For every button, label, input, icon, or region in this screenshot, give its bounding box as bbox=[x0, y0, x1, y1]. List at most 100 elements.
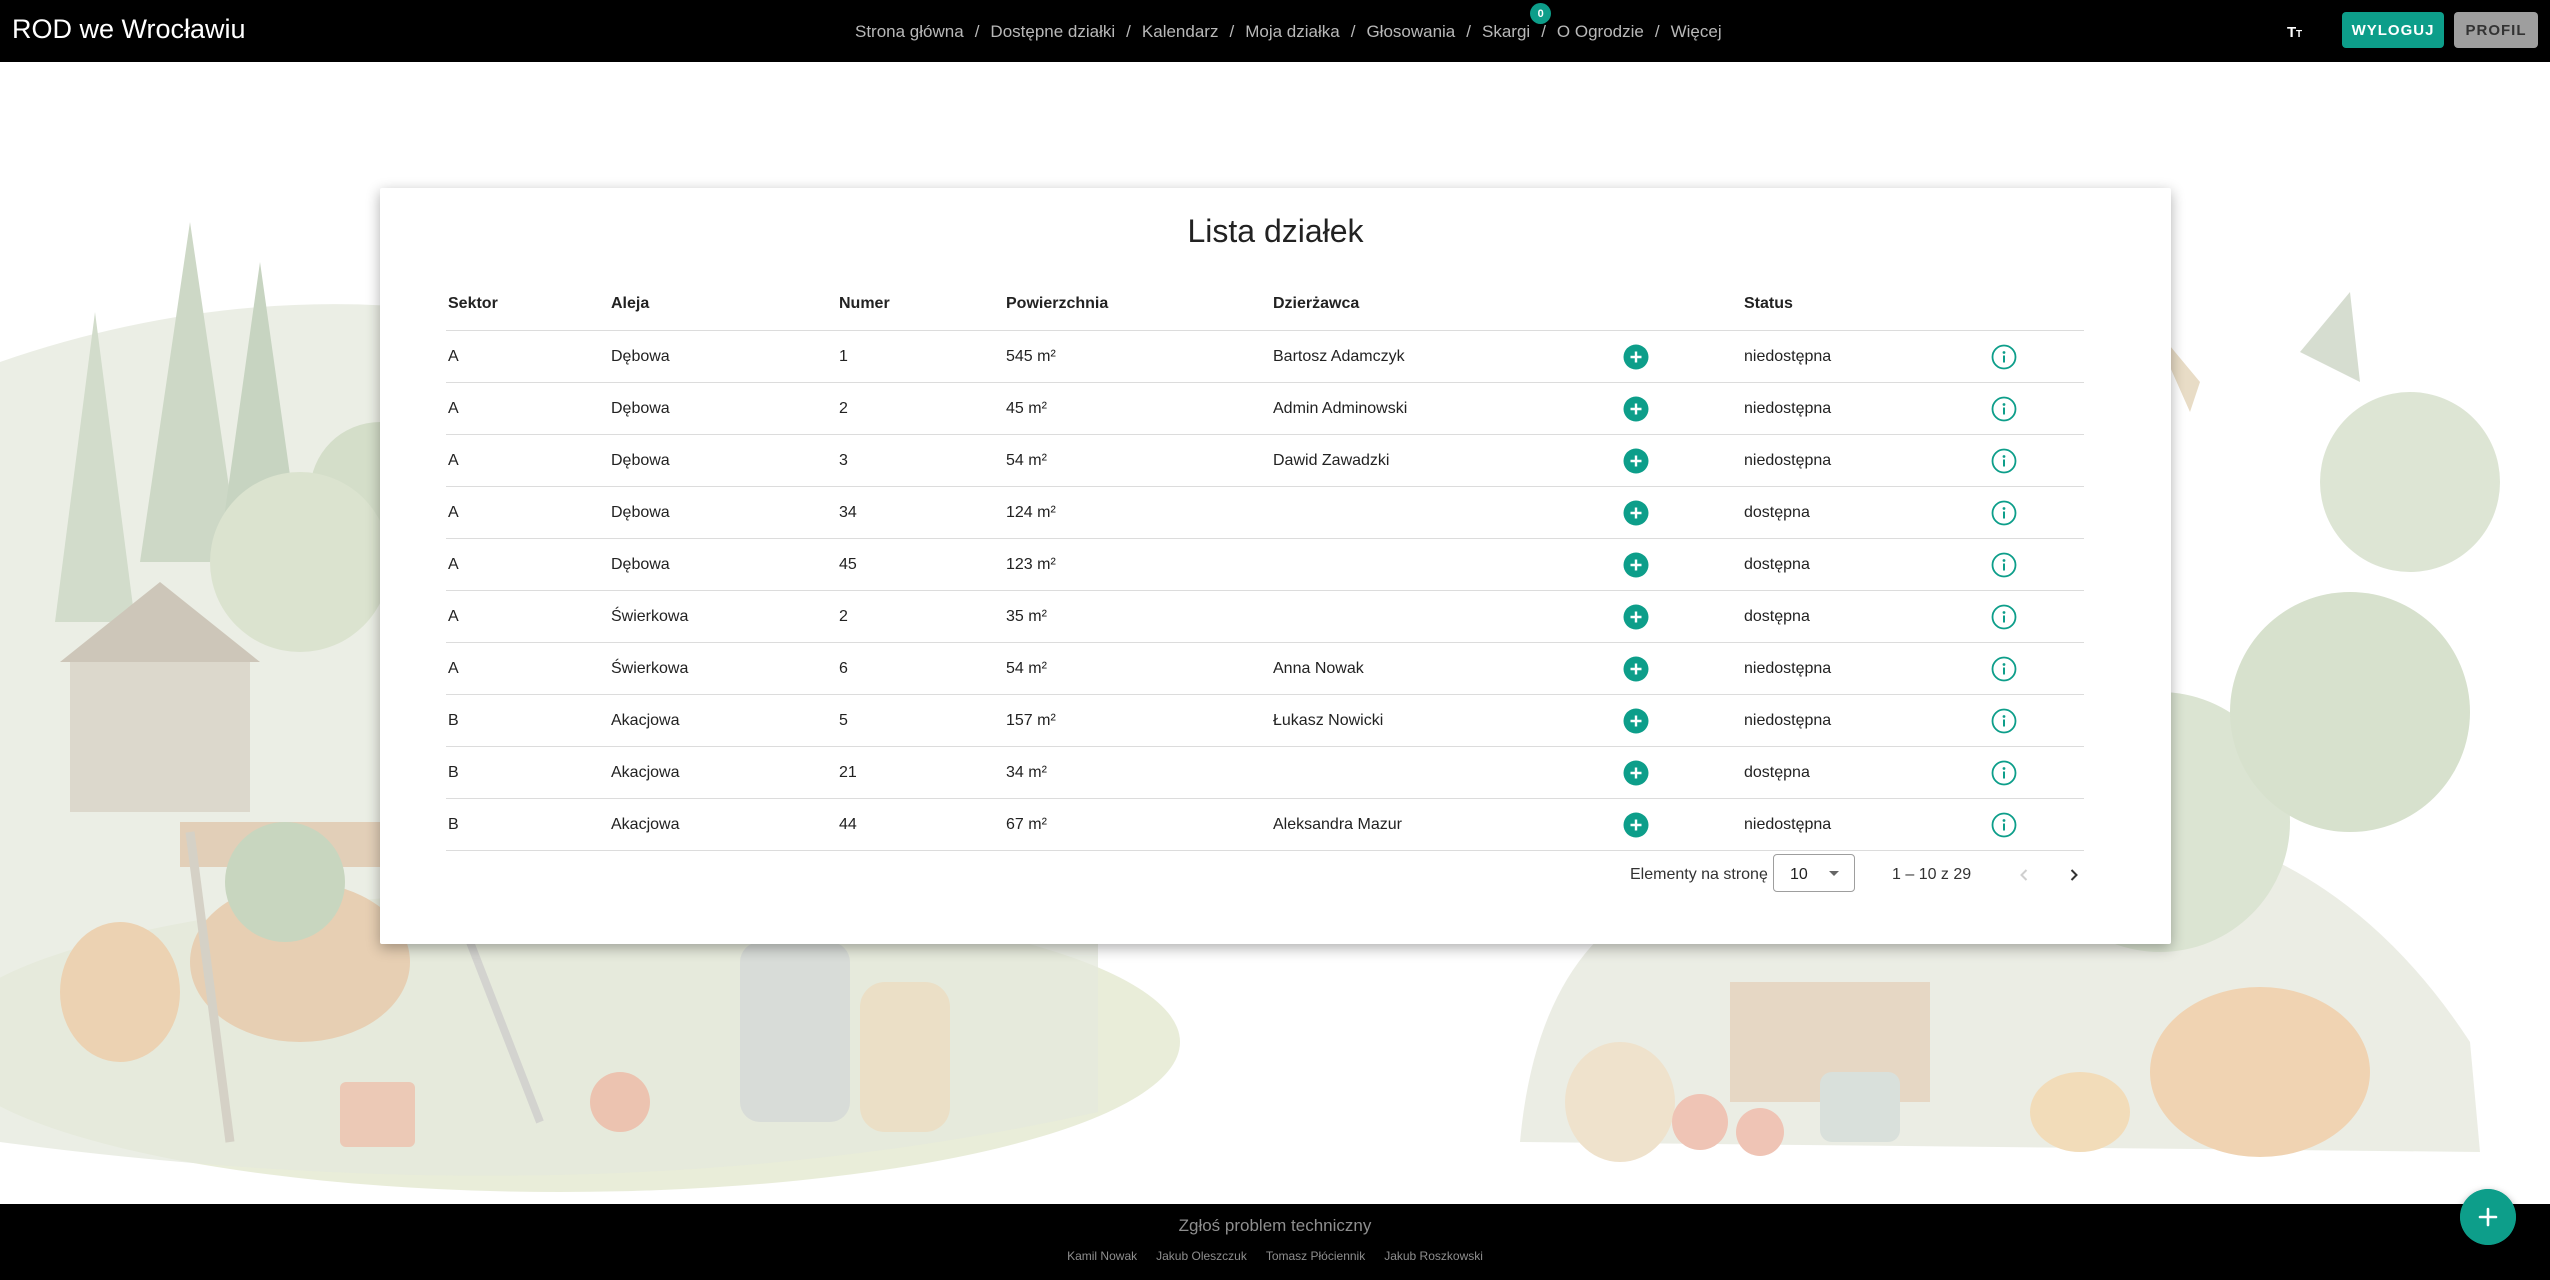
info-circle-icon[interactable] bbox=[1991, 552, 2017, 578]
cell-alley: Dębowa bbox=[609, 486, 837, 539]
nav-item[interactable]: Strona główna bbox=[855, 22, 964, 42]
svg-text:T: T bbox=[2296, 29, 2302, 40]
table-row: B Akacjowa 21 34 m² dostępna bbox=[446, 746, 2084, 799]
info-circle-icon[interactable] bbox=[1991, 500, 2017, 526]
nav-item[interactable]: Moja działka bbox=[1245, 22, 1340, 42]
cell-info-action bbox=[1991, 798, 2084, 851]
plus-circle-icon[interactable] bbox=[1623, 552, 1649, 578]
cell-info-action bbox=[1991, 538, 2084, 591]
text-size-icon[interactable]: T T bbox=[2283, 18, 2309, 44]
author-name: Kamil Nowak bbox=[1067, 1249, 1138, 1263]
plus-circle-icon[interactable] bbox=[1623, 604, 1649, 630]
cell-number: 21 bbox=[837, 746, 1004, 799]
page-size-label: Elementy na stronę bbox=[1630, 866, 1768, 883]
chevron-left-icon[interactable] bbox=[2010, 861, 2038, 889]
cell-add-action bbox=[1623, 694, 1742, 747]
page-size-select[interactable]: 10 bbox=[1773, 854, 1855, 892]
plus-circle-icon[interactable] bbox=[1623, 656, 1649, 682]
plus-circle-icon[interactable] bbox=[1623, 708, 1649, 734]
nav-item[interactable]: Głosowania bbox=[1366, 22, 1455, 42]
page-size-value: 10 bbox=[1790, 866, 1808, 883]
cell-area: 34 m² bbox=[1004, 746, 1271, 799]
info-circle-icon[interactable] bbox=[1991, 760, 2017, 786]
cell-sector: A bbox=[446, 382, 609, 435]
cell-info-action bbox=[1991, 434, 2084, 487]
authors-list: Kamil Nowak Jakub Oleszczuk Tomasz Płócien… bbox=[0, 1249, 2550, 1263]
column-header-number[interactable]: Numer bbox=[837, 278, 1004, 331]
info-circle-icon[interactable] bbox=[1991, 656, 2017, 682]
cell-area: 123 m² bbox=[1004, 538, 1271, 591]
cell-sector: B bbox=[446, 694, 609, 747]
table-row: B Akacjowa 44 67 m² Aleksandra Mazur niedostę… bbox=[446, 798, 2084, 851]
plots-card: Lista działek Sektor Aleja Numer Powierz… bbox=[380, 188, 2171, 944]
info-circle-icon[interactable] bbox=[1991, 708, 2017, 734]
cell-sector: A bbox=[446, 642, 609, 695]
cell-info-action bbox=[1991, 642, 2084, 695]
column-header-alley[interactable]: Aleja bbox=[609, 278, 837, 331]
column-header-status[interactable]: Status bbox=[1742, 278, 1991, 331]
table-row: A Dębowa 34 124 m² dostępna bbox=[446, 486, 2084, 539]
report-problem-link[interactable]: Zgłoś problem techniczny bbox=[0, 1216, 2550, 1236]
nav-separator: / bbox=[1541, 22, 1546, 41]
cell-add-action bbox=[1623, 486, 1742, 539]
cell-status: niedostępna bbox=[1742, 434, 1991, 487]
table-row: A Świerkowa 6 54 m² Anna Nowak niedostępna bbox=[446, 642, 2084, 695]
cell-add-action bbox=[1623, 434, 1742, 487]
column-header-sector[interactable]: Sektor bbox=[446, 278, 609, 331]
cell-status: dostępna bbox=[1742, 590, 1991, 643]
cell-tenant: Łukasz Nowicki bbox=[1271, 694, 1623, 747]
logout-button[interactable]: WYLOGUJ bbox=[2342, 12, 2444, 48]
page-range: 1 – 10 z 29 bbox=[1892, 866, 1972, 883]
chevron-right-icon[interactable] bbox=[2060, 861, 2088, 889]
cell-alley: Dębowa bbox=[609, 330, 837, 383]
column-header-tenant[interactable]: Dzierżawca bbox=[1271, 278, 1623, 331]
cell-number: 2 bbox=[837, 382, 1004, 435]
table-header-row: Sektor Aleja Numer Powierzchnia Dzierżaw… bbox=[446, 278, 2084, 331]
cell-info-action bbox=[1991, 330, 2084, 383]
info-circle-icon[interactable] bbox=[1991, 812, 2017, 838]
profile-button[interactable]: PROFIL bbox=[2454, 12, 2538, 48]
brand-title[interactable]: ROD we Wrocławiu bbox=[12, 14, 246, 45]
nav-item[interactable]: Dostępne działki bbox=[990, 22, 1115, 42]
cell-tenant bbox=[1271, 746, 1623, 799]
cell-sector: A bbox=[446, 590, 609, 643]
plus-circle-icon[interactable] bbox=[1623, 760, 1649, 786]
nav-separator: / bbox=[1466, 22, 1471, 41]
cell-add-action bbox=[1623, 538, 1742, 591]
top-navbar: ROD we Wrocławiu Strona główna / Dostępne … bbox=[0, 0, 2550, 62]
cell-status: dostępna bbox=[1742, 538, 1991, 591]
cell-add-action bbox=[1623, 746, 1742, 799]
plus-circle-icon[interactable] bbox=[1623, 396, 1649, 422]
cell-area: 545 m² bbox=[1004, 330, 1271, 383]
plus-circle-icon[interactable] bbox=[1623, 448, 1649, 474]
paginator: Elementy na stronę 10 1 – 10 z 29 bbox=[380, 853, 2171, 897]
page-title: Lista działek bbox=[1187, 213, 1364, 249]
cell-number: 34 bbox=[837, 486, 1004, 539]
plus-circle-icon[interactable] bbox=[1623, 812, 1649, 838]
cell-status: niedostępna bbox=[1742, 330, 1991, 383]
info-circle-icon[interactable] bbox=[1991, 448, 2017, 474]
nav-item[interactable]: Kalendarz bbox=[1142, 22, 1219, 42]
cell-number: 44 bbox=[837, 798, 1004, 851]
nav-item[interactable]: Więcej bbox=[1671, 22, 1722, 42]
nav-item[interactable]: Skargi 0 bbox=[1482, 3, 1552, 42]
nav-item[interactable]: O Ogrodzie bbox=[1557, 22, 1644, 42]
cell-tenant bbox=[1271, 486, 1623, 539]
cell-status: dostępna bbox=[1742, 746, 1991, 799]
plus-circle-icon[interactable] bbox=[1623, 500, 1649, 526]
cell-area: 35 m² bbox=[1004, 590, 1271, 643]
column-header-area[interactable]: Powierzchnia bbox=[1004, 278, 1271, 331]
info-circle-icon[interactable] bbox=[1991, 396, 2017, 422]
add-fab-button[interactable] bbox=[2460, 1189, 2516, 1245]
info-circle-icon[interactable] bbox=[1991, 344, 2017, 370]
cell-sector: B bbox=[446, 746, 609, 799]
cell-info-action bbox=[1991, 382, 2084, 435]
table-row: A Dębowa 3 54 m² Dawid Zawadzki niedostępna bbox=[446, 434, 2084, 487]
nav-separator: / bbox=[1350, 22, 1356, 41]
cell-area: 67 m² bbox=[1004, 798, 1271, 851]
cell-area: 157 m² bbox=[1004, 694, 1271, 747]
info-circle-icon[interactable] bbox=[1991, 604, 2017, 630]
cell-add-action bbox=[1623, 642, 1742, 695]
nav-item-label: Więcej bbox=[1670, 22, 1722, 41]
plus-circle-icon[interactable] bbox=[1623, 344, 1649, 370]
